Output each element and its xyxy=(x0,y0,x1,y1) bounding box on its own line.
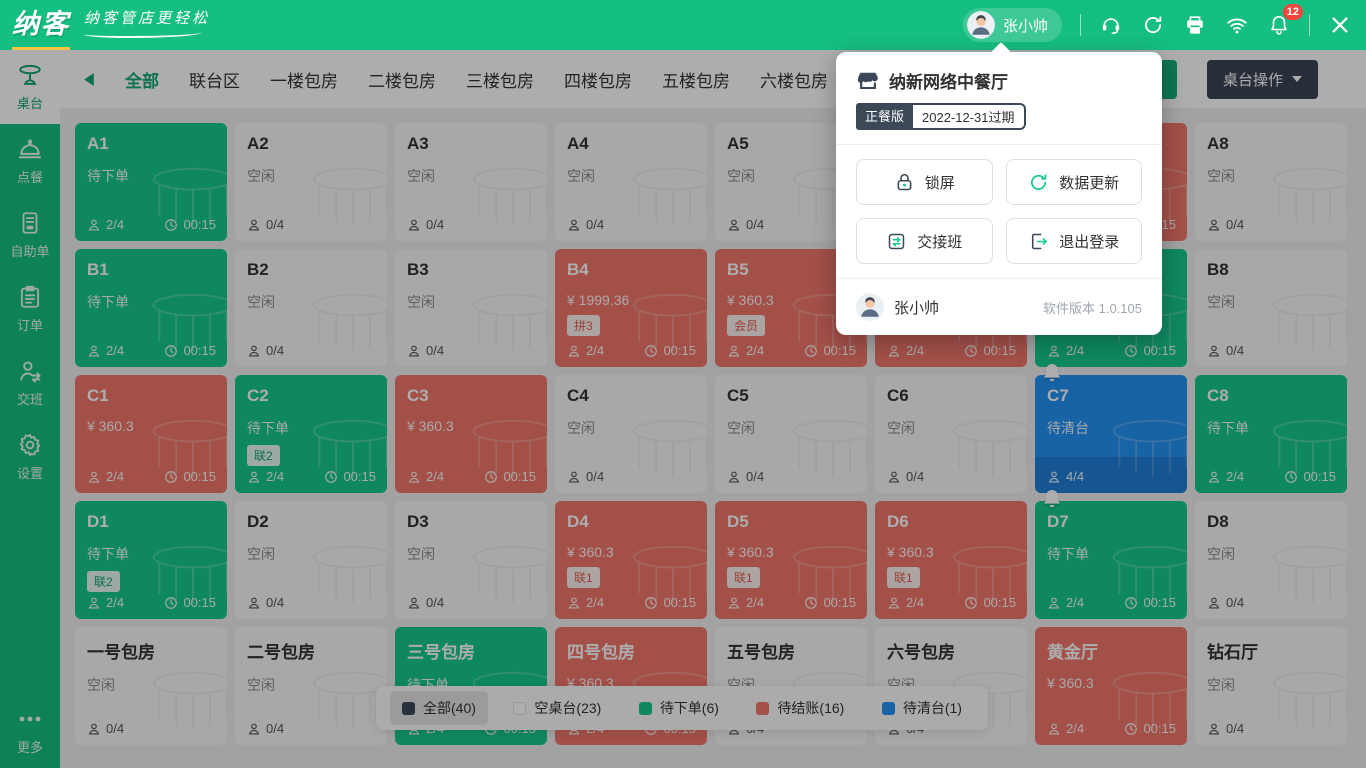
software-version: 软件版本 1.0.105 xyxy=(1043,298,1142,317)
printer-icon[interactable] xyxy=(1183,13,1207,37)
store-popover: 纳新网络中餐厅 正餐版 2022-12-31过期 锁屏 数据更新交接班 退出登录 张… xyxy=(836,52,1162,335)
logo-text: 纳客 xyxy=(12,1,70,50)
close-button[interactable] xyxy=(1328,13,1352,37)
popover-actions: 锁屏 数据更新交接班 退出登录 xyxy=(856,159,1142,264)
lock-icon xyxy=(894,172,915,193)
handover-icon xyxy=(886,231,907,252)
expiry-badge: 2022-12-31过期 xyxy=(913,103,1026,130)
lock-screen-button[interactable]: 锁屏 xyxy=(856,159,993,205)
popover-user-name: 张小帅 xyxy=(894,297,939,318)
popover-divider xyxy=(836,144,1162,145)
customer-service-icon[interactable] xyxy=(1099,13,1123,37)
logout-button[interactable]: 退出登录 xyxy=(1006,218,1143,264)
app-header: 纳客 纳客管店更轻松 张小帅 12 xyxy=(0,0,1366,50)
notification-badge: 12 xyxy=(1283,4,1303,20)
user-name: 张小帅 xyxy=(1003,15,1048,36)
store-icon xyxy=(856,69,880,93)
edition-badge: 正餐版 xyxy=(856,103,913,130)
header-divider xyxy=(1309,14,1310,36)
action-label: 交接班 xyxy=(917,231,962,252)
sync-icon[interactable] xyxy=(1141,13,1165,37)
data-update-button[interactable]: 数据更新 xyxy=(1006,159,1143,205)
store-name: 纳新网络中餐厅 xyxy=(889,68,1008,93)
refresh-icon xyxy=(1028,172,1049,193)
action-label: 退出登录 xyxy=(1059,231,1119,252)
handover-button[interactable]: 交接班 xyxy=(856,218,993,264)
app-logo: 纳客 纳客管店更轻松 xyxy=(12,1,210,50)
action-label: 锁屏 xyxy=(925,172,955,193)
logout-icon xyxy=(1028,231,1049,252)
wifi-icon[interactable] xyxy=(1225,13,1249,37)
notifications-button[interactable]: 12 xyxy=(1267,13,1291,37)
header-divider xyxy=(1080,14,1081,36)
slogan-underline xyxy=(84,29,202,38)
user-menu-button[interactable]: 张小帅 xyxy=(963,8,1062,42)
logo-slogan: 纳客管店更轻松 xyxy=(84,7,210,28)
user-avatar xyxy=(967,11,995,39)
action-label: 数据更新 xyxy=(1059,172,1119,193)
popover-user-avatar xyxy=(856,293,884,321)
popover-divider xyxy=(836,278,1162,279)
